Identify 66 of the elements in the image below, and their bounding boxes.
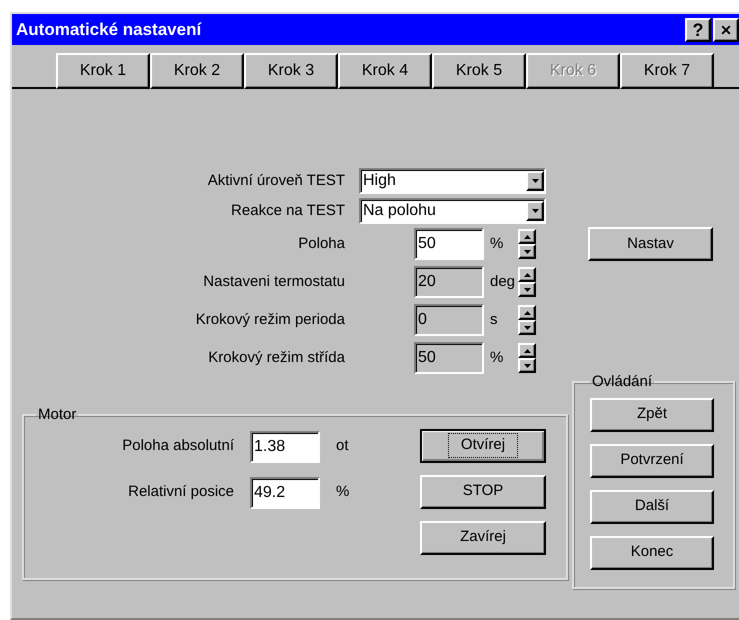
text-field[interactable]: 49.2 — [250, 476, 320, 508]
setting-label: Nastaveni termostatu — [202, 272, 345, 292]
number-value: 0 — [417, 310, 427, 330]
down-arrow-icon — [524, 250, 530, 254]
spin-down-button[interactable] — [518, 282, 536, 297]
setting-label: Poloha — [297, 234, 345, 254]
field-value: 49.2 — [253, 482, 286, 502]
dropdown-field[interactable]: Na polohu — [359, 198, 546, 224]
push-button[interactable]: Další — [590, 490, 714, 524]
down-arrow-icon — [524, 288, 530, 292]
setting-label: Krokový režim perioda — [194, 310, 345, 330]
group-title: Motor — [37, 405, 78, 425]
push-button[interactable]: Otvírej — [420, 428, 546, 462]
field-label: Relativní posice — [127, 482, 234, 502]
setting-label: Aktivní úroveň TEST — [206, 170, 345, 191]
push-button[interactable]: STOP — [420, 474, 546, 508]
unit-label: % — [489, 234, 504, 254]
number-value: 20 — [417, 272, 436, 292]
unit-label: s — [489, 310, 498, 330]
down-arrow-icon — [532, 209, 538, 213]
spin-down-button[interactable] — [518, 358, 536, 373]
spin-up-button[interactable] — [518, 229, 536, 244]
field-label: Poloha absolutní — [121, 436, 234, 456]
step-tab[interactable]: Krok 2 — [150, 53, 244, 89]
unit-label: % — [335, 482, 350, 502]
push-button[interactable]: Zavírej — [420, 520, 546, 554]
step-tab[interactable]: Krok 4 — [338, 53, 432, 89]
push-button[interactable]: Nastav — [588, 227, 713, 261]
dropdown-button[interactable] — [526, 201, 544, 221]
step-tab[interactable]: Krok 3 — [244, 53, 338, 89]
step-tab[interactable]: Krok 7 — [620, 53, 714, 89]
number-value: 50 — [417, 234, 436, 254]
up-arrow-icon — [524, 348, 530, 352]
down-arrow-icon — [532, 179, 538, 183]
up-arrow-icon — [524, 272, 530, 276]
unit-label: % — [489, 348, 504, 368]
setting-label: Krokový režim střída — [207, 348, 345, 368]
number-value: 50 — [417, 348, 436, 368]
close-button[interactable]: × — [713, 18, 739, 42]
unit-label: deg — [489, 272, 516, 292]
spin-up-button[interactable] — [518, 343, 536, 358]
unit-label: ot — [335, 436, 349, 456]
dropdown-button[interactable] — [526, 171, 544, 191]
push-button[interactable]: Zpět — [590, 398, 714, 432]
group-title: Ovládání — [591, 372, 654, 392]
spin-down-button[interactable] — [518, 320, 536, 335]
down-arrow-icon — [524, 364, 530, 368]
spin-up-button[interactable] — [518, 267, 536, 282]
help-button[interactable]: ? — [685, 18, 711, 42]
up-arrow-icon — [524, 234, 530, 238]
dropdown-value: High — [362, 171, 396, 191]
field-value: 1.38 — [253, 436, 286, 456]
step-tab[interactable]: Krok 5 — [432, 53, 526, 89]
dropdown-value: Na polohu — [362, 201, 436, 221]
setting-label: Reakce na TEST — [230, 200, 345, 221]
step-tab[interactable]: Krok 1 — [56, 53, 150, 89]
dropdown-field[interactable]: High — [359, 168, 546, 194]
down-arrow-icon — [524, 326, 530, 330]
spin-down-button[interactable] — [518, 244, 536, 259]
up-arrow-icon — [524, 310, 530, 314]
window-title: Automatické nastavení — [16, 18, 202, 41]
push-button[interactable]: Konec — [590, 536, 714, 570]
push-button[interactable]: Potvrzení — [590, 444, 714, 478]
text-field[interactable]: 1.38 — [250, 430, 320, 462]
spin-up-button[interactable] — [518, 305, 536, 320]
number-field[interactable]: 50 — [414, 228, 484, 260]
